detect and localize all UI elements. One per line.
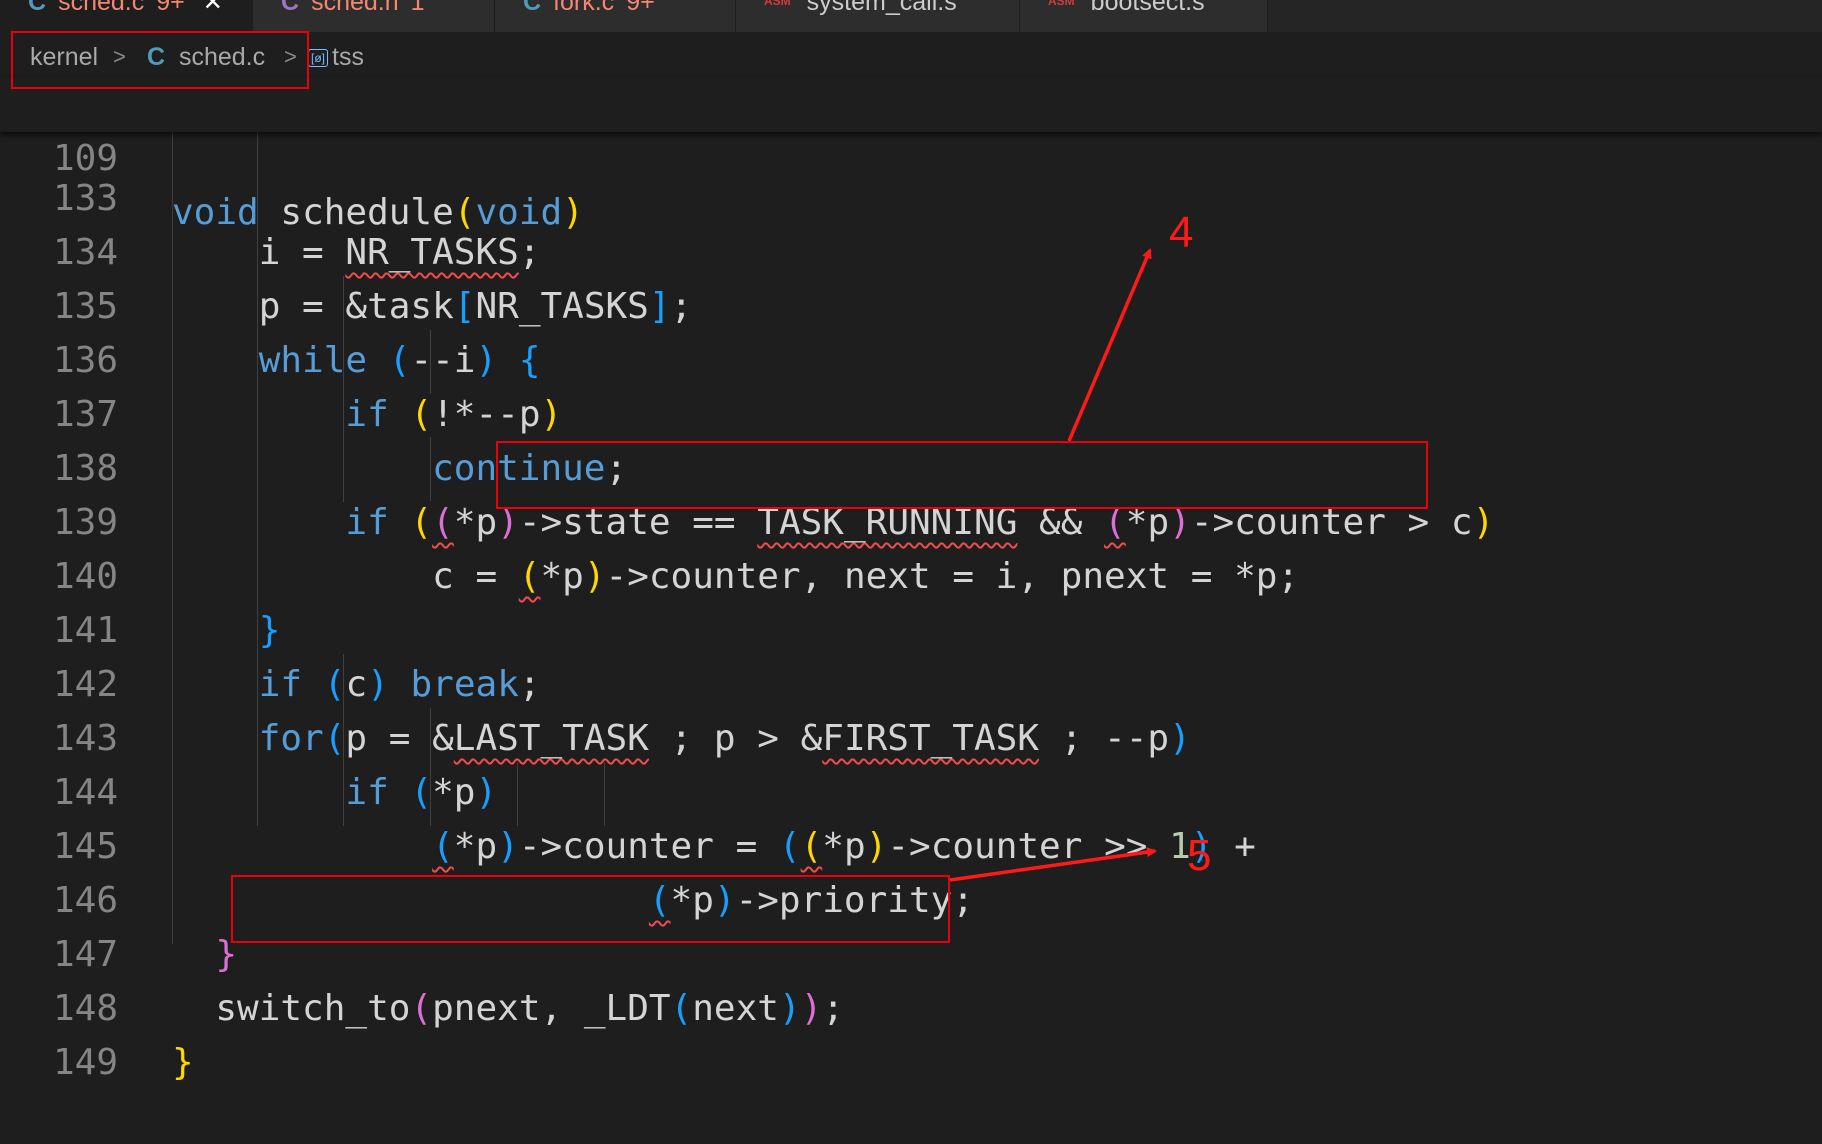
annotation-arrow-5 — [949, 847, 1157, 882]
annotation-arrows — [949, 248, 1157, 882]
annotation-number-4: 4 — [1169, 208, 1194, 257]
code-text: } — [172, 1042, 194, 1083]
annotation-arrow-4 — [1067, 248, 1152, 442]
line-number: 149 — [52, 1042, 118, 1083]
annotation-number-5: 5 — [1187, 831, 1212, 880]
